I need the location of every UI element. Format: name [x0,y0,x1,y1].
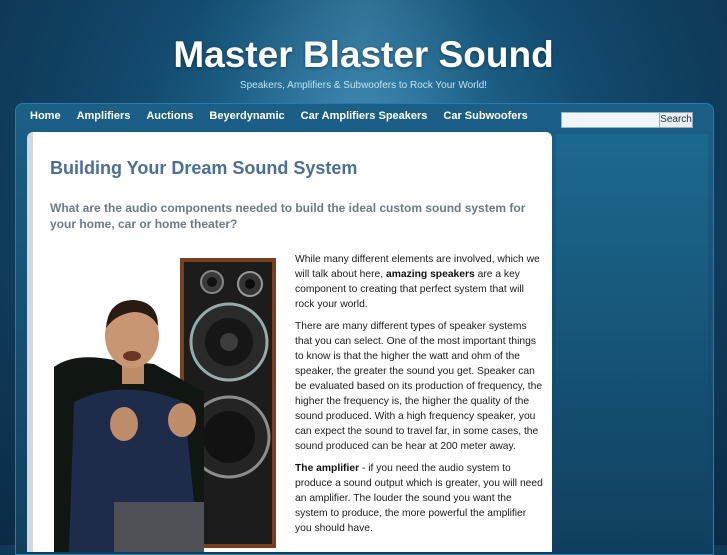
search-button[interactable]: Search [659,112,693,128]
amazing-speakers-link[interactable]: amazing speakers [386,269,475,280]
search-input[interactable] [561,112,661,128]
article-paragraph-amplifier: The amplifier - if you need the audio sy… [295,461,545,536]
main-content: Building Your Dream Sound System What ar… [27,132,552,552]
article-subtitle: What are the audio components needed to … [50,201,526,231]
nav-item-car-subwoofers[interactable]: Car Subwoofers [437,110,527,126]
sidebar [556,134,708,545]
nav-item-auctions[interactable]: Auctions [140,110,193,126]
article-paragraph-intro: While many different elements are involv… [295,252,545,312]
main-nav: Home Amplifiers Auctions Beyerdynamic Ca… [24,110,538,126]
nav-item-home[interactable]: Home [24,110,61,126]
site-title[interactable]: Master Blaster Sound [0,34,727,76]
article-paragraph-speakers: There are many different types of speake… [295,321,543,452]
nav-item-car-amplifiers-speakers[interactable]: Car Amplifiers Speakers [295,110,428,126]
article-body: While many different elements are involv… [295,252,545,543]
article-photo [54,252,286,552]
man-with-speaker-image [54,258,276,552]
nav-item-amplifiers[interactable]: Amplifiers [71,110,131,126]
nav-item-beyerdynamic[interactable]: Beyerdynamic [203,110,284,126]
amplifier-heading: The amplifier [295,463,360,474]
page-title: Building Your Dream Sound System [50,158,358,178]
site-tagline: Speakers, Amplifiers & Subwoofers to Roc… [239,80,488,91]
